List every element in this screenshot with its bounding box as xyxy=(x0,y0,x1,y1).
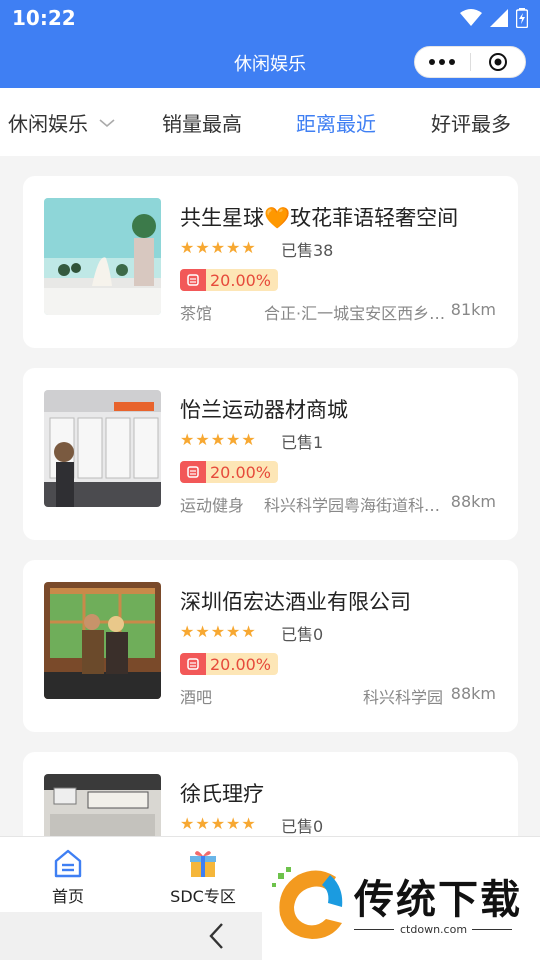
star-icon: ★ xyxy=(195,238,210,257)
gift-icon xyxy=(190,851,216,877)
star-icon: ★ xyxy=(180,622,195,641)
title-bar: 休闲娱乐 xyxy=(0,36,540,88)
watermark-brand: 传统下载 xyxy=(354,877,522,923)
tab-home[interactable]: 首页 xyxy=(13,847,123,907)
star-icon: ★ xyxy=(195,622,210,641)
chevron-down-icon xyxy=(99,118,115,127)
star-icon: ★ xyxy=(180,430,195,449)
mini-program-capsule xyxy=(414,46,526,78)
shop-distance: 81km xyxy=(450,300,496,319)
shop-address: 合正·汇一城宝安区西乡街道 xyxy=(264,304,446,323)
star-icon: ★ xyxy=(226,622,241,641)
shop-name: 徐氏理疗 xyxy=(180,782,264,806)
status-time: 10:22 xyxy=(12,6,76,30)
status-bar: 10:22 xyxy=(0,0,540,36)
star-icon: ★ xyxy=(195,814,210,833)
shop-thumbnail xyxy=(44,582,161,699)
shop-name: 共生星球🧡玫花菲语轻奢空间 xyxy=(180,206,459,230)
shop-category: 酒吧 xyxy=(180,688,213,707)
star-icon: ★ xyxy=(241,238,256,257)
signal-icon xyxy=(490,9,508,27)
rating-stars: ★ ★ ★ ★ ★ xyxy=(180,624,256,640)
star-icon: ★ xyxy=(210,430,226,449)
discount-badge: 20.00% xyxy=(180,269,278,291)
discount-value: 20.00% xyxy=(210,270,272,290)
star-icon: ★ xyxy=(241,430,256,449)
sort-distance-tab[interactable]: 距离最近 xyxy=(296,108,376,137)
shop-name: 怡兰运动器材商城 xyxy=(180,398,348,422)
filter-bar: 休闲娱乐 销量最高 距离最近 好评最多 xyxy=(0,88,540,156)
battery-icon xyxy=(516,8,528,28)
watermark-url: ctdown.com xyxy=(400,923,468,936)
star-icon: ★ xyxy=(241,622,256,641)
wifi-icon xyxy=(460,9,482,26)
sold-count: 已售38 xyxy=(281,241,334,260)
sold-count: 已售1 xyxy=(281,433,324,452)
category-dropdown[interactable]: 休闲娱乐 xyxy=(8,108,116,137)
star-icon: ★ xyxy=(180,238,195,257)
shop-category: 茶馆 xyxy=(180,304,213,323)
back-button[interactable] xyxy=(205,922,229,954)
star-icon: ★ xyxy=(226,238,241,257)
tab-sdc[interactable]: SDC专区 xyxy=(148,847,258,907)
coin-icon xyxy=(180,269,206,291)
sort-sales-tab[interactable]: 销量最高 xyxy=(162,108,242,137)
tab-sdc-label: SDC专区 xyxy=(170,887,236,906)
rating-stars: ★ ★ ★ ★ ★ xyxy=(180,240,256,256)
sold-count: 已售0 xyxy=(281,817,324,836)
discount-value: 20.00% xyxy=(210,654,272,674)
sort-rating-tab[interactable]: 好评最多 xyxy=(431,108,511,137)
coin-icon xyxy=(180,653,206,675)
discount-badge: 20.00% xyxy=(180,461,278,483)
target-close-icon xyxy=(488,53,507,71)
shop-thumbnail xyxy=(44,390,161,507)
star-icon: ★ xyxy=(180,814,195,833)
discount-badge: 20.00% xyxy=(180,653,278,675)
star-icon: ★ xyxy=(210,238,226,257)
more-dot-icon xyxy=(429,59,436,65)
rating-stars: ★ ★ ★ ★ ★ xyxy=(180,432,256,448)
rating-stars: ★ ★ ★ ★ ★ xyxy=(180,816,256,832)
close-button[interactable] xyxy=(471,47,526,77)
tab-home-label: 首页 xyxy=(51,887,84,906)
category-label: 休闲娱乐 xyxy=(8,112,88,136)
more-dot-icon xyxy=(449,59,456,65)
watermark-rule xyxy=(354,929,394,930)
star-icon: ★ xyxy=(210,814,226,833)
coin-icon xyxy=(180,461,206,483)
more-button[interactable] xyxy=(415,47,470,77)
star-icon: ★ xyxy=(210,622,226,641)
star-icon: ★ xyxy=(226,430,241,449)
watermark-logo-icon xyxy=(272,867,343,939)
watermark-rule xyxy=(472,929,512,930)
sold-count: 已售0 xyxy=(281,625,324,644)
shop-card[interactable]: 深圳佰宏达酒业有限公司 ★ ★ ★ ★ ★ 已售0 20.00% 酒吧 科兴科学园 88… xyxy=(23,560,518,732)
shop-distance: 88km xyxy=(450,684,496,703)
more-dot-icon xyxy=(439,59,446,65)
star-icon: ★ xyxy=(241,814,256,833)
shop-address: 科兴科学园粤海街道科苑路 xyxy=(264,496,446,515)
shop-card[interactable]: 怡兰运动器材商城 ★ ★ ★ ★ ★ 已售1 20.00% 运动健身 科兴科学园粤海街道… xyxy=(23,368,518,540)
watermark: 传统下载 ctdown.com xyxy=(262,855,540,960)
shop-address: 科兴科学园 xyxy=(362,688,443,707)
shop-thumbnail xyxy=(44,198,161,315)
chevron-left-icon xyxy=(209,923,223,949)
shop-distance: 88km xyxy=(450,492,496,511)
shop-card[interactable]: 共生星球🧡玫花菲语轻奢空间 ★ ★ ★ ★ ★ 已售38 20.00% 茶馆 合正·汇一… xyxy=(23,176,518,348)
star-icon: ★ xyxy=(226,814,241,833)
discount-value: 20.00% xyxy=(210,462,272,482)
home-icon xyxy=(54,849,82,878)
star-icon: ★ xyxy=(195,430,210,449)
shop-name: 深圳佰宏达酒业有限公司 xyxy=(180,590,411,614)
status-icons xyxy=(460,8,528,28)
shop-category: 运动健身 xyxy=(180,496,245,515)
